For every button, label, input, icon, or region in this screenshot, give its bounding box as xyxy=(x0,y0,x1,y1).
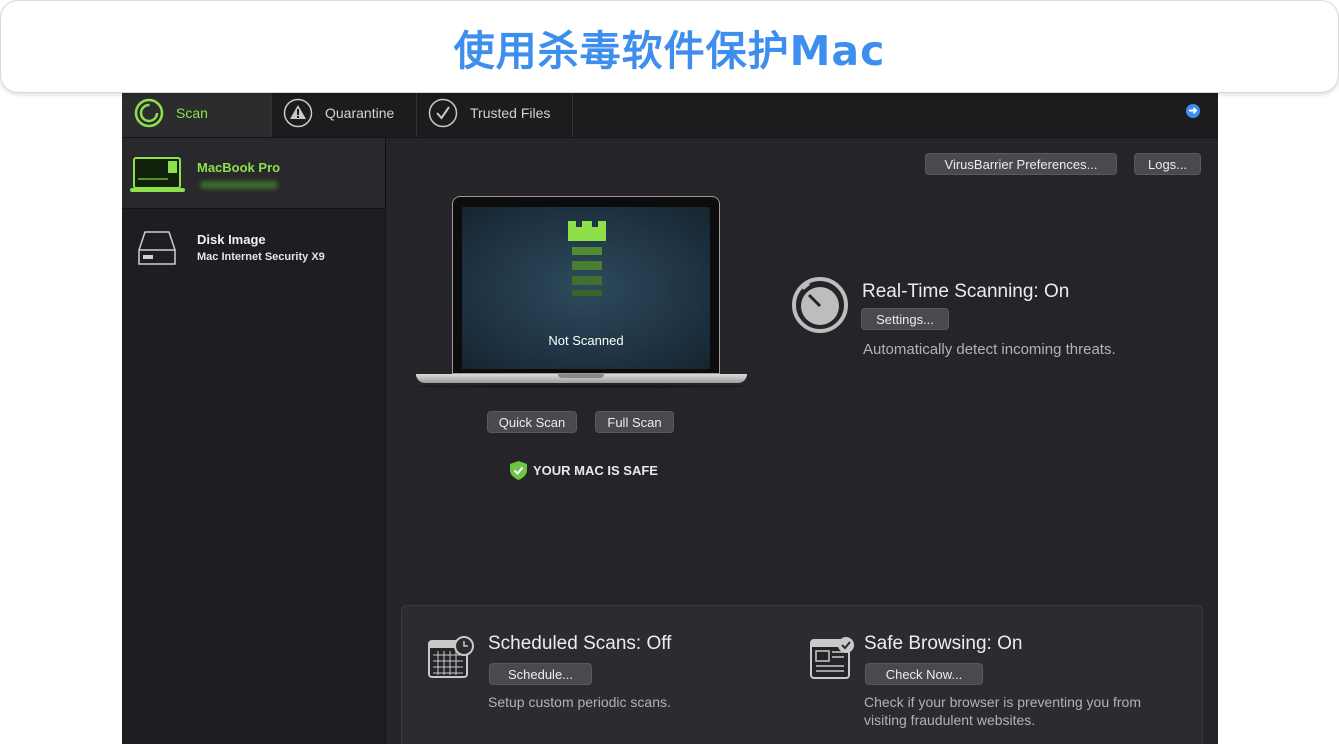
laptop-icon xyxy=(130,157,185,192)
shield-check-icon xyxy=(510,461,527,480)
tab-trusted-files-label: Trusted Files xyxy=(470,104,551,121)
sidebar-item-disk-image[interactable]: Disk Image Mac Internet Security X9 xyxy=(122,218,385,278)
toolbar: Scan Quarantine Trusted Files ➜ xyxy=(122,88,1218,138)
realtime-scanning-description: Automatically detect incoming threats. xyxy=(863,341,1116,358)
sidebar: MacBook Pro Disk Image Mac Internet Secu… xyxy=(122,138,386,744)
realtime-settings-button[interactable]: Settings... xyxy=(861,308,949,330)
tower-shield-icon xyxy=(568,221,606,296)
scheduled-scans-title: Scheduled Scans: Off xyxy=(488,633,672,654)
scan-status-text: Not Scanned xyxy=(548,333,624,348)
quick-scan-button[interactable]: Quick Scan xyxy=(487,411,577,433)
laptop-display: Not Scanned xyxy=(462,207,710,369)
safe-browsing-description-line1: Check if your browser is preventing you … xyxy=(864,694,1141,710)
logs-button[interactable]: Logs... xyxy=(1134,153,1201,175)
stopwatch-icon xyxy=(792,277,848,333)
disk-drive-icon xyxy=(138,231,176,265)
sidebar-item-name: MacBook Pro xyxy=(197,160,281,175)
safe-status-text: YOUR MAC IS SAFE xyxy=(533,463,658,478)
browser-check-icon xyxy=(810,637,854,679)
tab-scan[interactable]: Scan xyxy=(122,88,272,137)
tab-quarantine[interactable]: Quarantine xyxy=(271,88,417,137)
scheduled-scans-description: Setup custom periodic scans. xyxy=(488,694,671,710)
virusbarrier-preferences-button[interactable]: VirusBarrier Preferences... xyxy=(925,153,1117,175)
realtime-scanning-title: Real-Time Scanning: On xyxy=(862,281,1070,302)
full-scan-button[interactable]: Full Scan xyxy=(595,411,674,433)
warning-triangle-icon xyxy=(283,98,313,127)
check-now-button[interactable]: Check Now... xyxy=(865,663,983,685)
laptop-notch xyxy=(558,374,604,378)
redacted-detail xyxy=(200,181,278,189)
laptop-illustration: Not Scanned xyxy=(452,196,720,374)
sidebar-item-name: Disk Image xyxy=(197,232,266,247)
tab-quarantine-label: Quarantine xyxy=(325,104,395,121)
schedule-button[interactable]: Schedule... xyxy=(489,663,592,685)
tab-scan-label: Scan xyxy=(176,104,208,121)
checkmark-circle-icon xyxy=(428,98,458,127)
laptop-shadow xyxy=(416,385,747,388)
header-banner: 使用杀毒软件保护Mac xyxy=(0,0,1339,93)
sidebar-item-macbook-pro[interactable]: MacBook Pro xyxy=(122,138,385,209)
safe-browsing-title: Safe Browsing: On xyxy=(864,633,1023,654)
safe-browsing-description-line2: visiting fraudulent websites. xyxy=(864,712,1036,728)
app-window: Scan Quarantine Trusted Files ➜ MacBook … xyxy=(122,88,1218,744)
banner-title: 使用杀毒软件保护Mac xyxy=(453,26,886,75)
main-content: VirusBarrier Preferences... Logs... Not … xyxy=(386,138,1218,744)
safe-status: YOUR MAC IS SAFE xyxy=(510,461,658,480)
help-arrow-icon[interactable]: ➜ xyxy=(1186,104,1200,118)
tab-trusted-files[interactable]: Trusted Files xyxy=(416,88,573,137)
calendar-clock-icon xyxy=(428,636,474,678)
sidebar-item-subtitle: Mac Internet Security X9 xyxy=(197,251,325,263)
scan-progress-icon xyxy=(134,98,164,127)
features-panel: Scheduled Scans: Off Schedule... Setup c… xyxy=(401,605,1203,744)
